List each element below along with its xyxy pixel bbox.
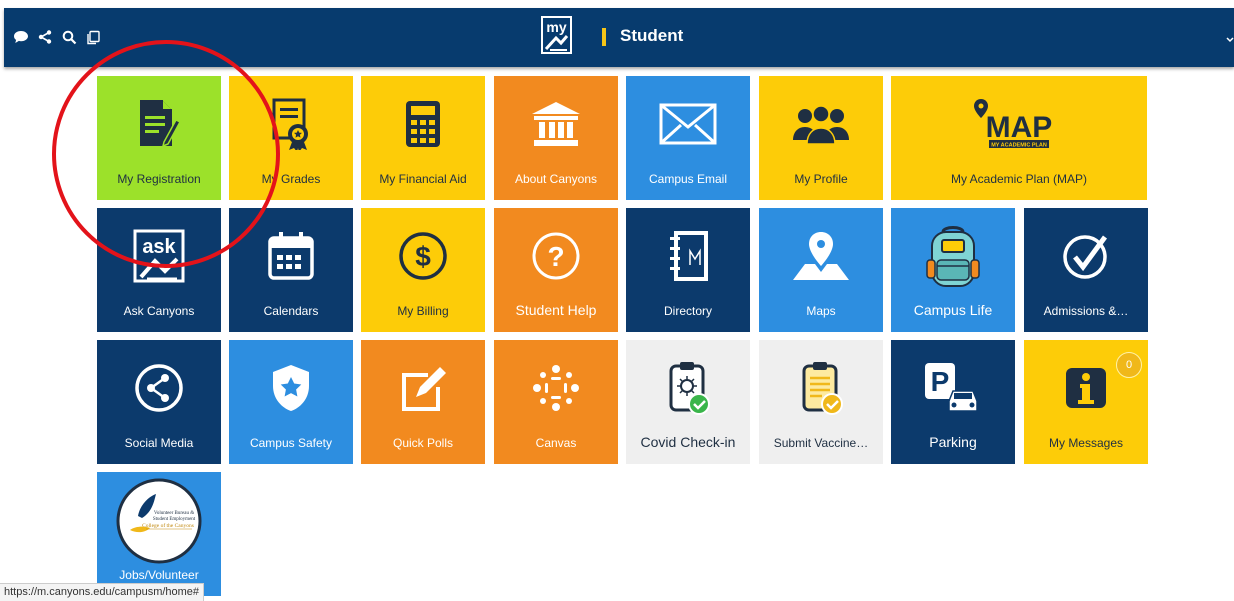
svg-text:my: my [546, 19, 566, 35]
calculator-icon [361, 98, 485, 150]
svg-text:MY ACADEMIC PLAN: MY ACADEMIC PLAN [991, 143, 1047, 149]
svg-text:ask: ask [142, 236, 176, 258]
tile-quick-polls[interactable]: Quick Polls [361, 340, 485, 464]
tile-my-academic-plan[interactable]: MAP MY ACADEMIC PLAN My Academic Plan (M… [891, 76, 1147, 200]
header-divider [602, 28, 606, 46]
tile-label: Campus Life [913, 302, 993, 318]
svg-text:Student Employment: Student Employment [153, 517, 196, 522]
chat-icon[interactable] [12, 28, 30, 46]
checkmark-circle-icon [1024, 230, 1148, 282]
tile-label: Quick Polls [392, 436, 454, 450]
tile-label: My Profile [794, 172, 848, 186]
page-title: Student [620, 26, 684, 45]
tile-label: Parking [929, 434, 977, 450]
tile-label: Jobs/Volunteer [119, 568, 199, 582]
tile-label: Calendars [263, 304, 319, 318]
covid-clipboard-icon [626, 362, 750, 415]
backpack-icon [891, 226, 1015, 287]
tile-label: About Canyons [514, 172, 598, 186]
parking-car-icon: P [891, 362, 1015, 414]
search-icon[interactable] [60, 28, 78, 46]
header-toolbar [12, 28, 102, 46]
tile-label: My Grades [261, 172, 321, 186]
status-url-bar: https://m.canyons.edu/campusm/home# [0, 583, 205, 601]
tile-my-grades[interactable]: My Grades [229, 76, 353, 200]
tile-my-messages[interactable]: 0 My Messages [1024, 340, 1148, 464]
share-circle-icon [97, 362, 221, 414]
tile-campus-safety[interactable]: Campus Safety [229, 340, 353, 464]
registration-form-icon [97, 98, 221, 150]
tile-label: Admissions &… [1043, 304, 1129, 318]
header-bar: my Student [4, 8, 1234, 67]
tile-label: Submit Vaccine… [773, 436, 869, 450]
tile-ask-canyons[interactable]: ask Ask Canyons [97, 208, 221, 332]
tile-campus-life[interactable]: Campus Life [891, 208, 1015, 332]
tile-label: My Financial Aid [379, 172, 467, 186]
edit-icon [361, 362, 485, 414]
svg-text:Volunteer Bureau &: Volunteer Bureau & [154, 511, 194, 516]
tile-my-billing[interactable]: $ My Billing [361, 208, 485, 332]
svg-text:$: $ [415, 241, 431, 272]
my-logo[interactable]: my [541, 16, 572, 54]
tile-directory[interactable]: Directory [626, 208, 750, 332]
share-icon[interactable] [36, 28, 54, 46]
tile-label: Covid Check-in [640, 434, 736, 450]
tile-label: Campus Email [648, 172, 728, 186]
tile-my-financial-aid[interactable]: My Financial Aid [361, 76, 485, 200]
group-icon [759, 98, 883, 150]
tile-parking[interactable]: P Parking [891, 340, 1015, 464]
tile-label: Canvas [535, 436, 577, 450]
svg-text:MAP: MAP [986, 111, 1053, 144]
tile-label: Campus Safety [249, 436, 333, 450]
tile-label: Ask Canyons [123, 304, 195, 318]
dollar-icon: $ [361, 230, 485, 282]
tile-student-help[interactable]: ? Student Help [494, 208, 618, 332]
tile-label: Social Media [124, 436, 194, 450]
tile-admissions[interactable]: Admissions &… [1024, 208, 1148, 332]
svg-text:P: P [931, 366, 950, 397]
tile-label: Student Help [515, 302, 597, 318]
tile-social-media[interactable]: Social Media [97, 340, 221, 464]
shield-star-icon [229, 362, 353, 414]
envelope-icon [626, 98, 750, 150]
tile-jobs-volunteer[interactable]: Volunteer Bureau & Student Employment Co… [97, 472, 221, 596]
tile-my-registration[interactable]: My Registration [97, 76, 221, 200]
tile-canvas[interactable]: Canvas [494, 340, 618, 464]
vaccine-clipboard-icon [759, 362, 883, 415]
tile-my-profile[interactable]: My Profile [759, 76, 883, 200]
tile-campus-email[interactable]: Campus Email [626, 76, 750, 200]
question-icon: ? [494, 230, 618, 282]
map-pin-icon [759, 230, 883, 282]
copy-icon[interactable] [84, 28, 102, 46]
building-icon [494, 98, 618, 150]
chevron-down-icon[interactable] [1226, 32, 1234, 47]
tile-label: My Billing [397, 304, 449, 318]
calendar-icon [229, 230, 353, 282]
tile-calendars[interactable]: Calendars [229, 208, 353, 332]
ask-icon: ask [97, 229, 221, 283]
canvas-logo-icon [494, 362, 618, 414]
volunteer-bureau-logo: Volunteer Bureau & Student Employment Co… [97, 478, 221, 564]
tile-label: My Messages [1048, 436, 1124, 450]
message-count-badge: 0 [1116, 352, 1142, 378]
tile-about-canyons[interactable]: About Canyons [494, 76, 618, 200]
tile-maps[interactable]: Maps [759, 208, 883, 332]
address-book-icon [626, 230, 750, 282]
svg-text:College of the Canyons: College of the Canyons [142, 522, 194, 529]
tile-covid-check-in[interactable]: Covid Check-in [626, 340, 750, 464]
tile-label: Maps [806, 304, 836, 318]
svg-text:?: ? [547, 241, 564, 272]
tile-label: My Academic Plan (MAP) [950, 172, 1088, 186]
certificate-icon [229, 98, 353, 150]
tile-label: My Registration [117, 172, 201, 186]
tile-label: Directory [663, 304, 712, 318]
tile-submit-vaccine[interactable]: Submit Vaccine… [759, 340, 883, 464]
map-logo: MAP MY ACADEMIC PLAN [891, 98, 1147, 150]
